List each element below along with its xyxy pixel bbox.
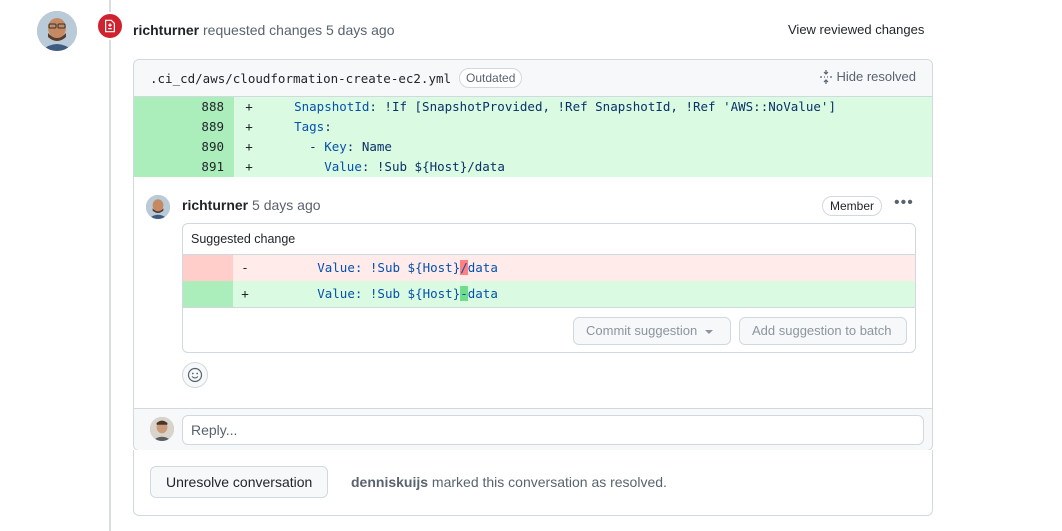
code-rest: : !If [SnapshotProvided, !Ref SnapshotId…: [369, 99, 836, 114]
comment-header: richturner 5 days ago: [182, 195, 321, 215]
code-key: Key: [324, 139, 347, 154]
avatar-image: [146, 195, 170, 219]
file-header: .ci_cd/aws/cloudformation-create-ec2.yml…: [134, 60, 932, 97]
diff-code: Tags:: [264, 117, 332, 137]
diff-code: Value: !Sub ${Host}/data: [257, 255, 498, 281]
review-author[interactable]: richturner: [133, 22, 199, 38]
kebab-menu-icon[interactable]: •••: [894, 194, 914, 212]
reviewer-avatar[interactable]: [37, 11, 77, 51]
view-reviewed-changes-link[interactable]: View reviewed changes: [788, 20, 924, 40]
resolved-message-text: marked this conversation as resolved.: [428, 474, 667, 490]
code-rest: : Name: [346, 139, 392, 154]
review-header: richturner requested changes 5 days ago: [133, 20, 395, 40]
resolver-name[interactable]: denniskuijs: [351, 474, 428, 490]
diff-line: 891 + Value: !Sub ${Host}/data: [134, 157, 932, 177]
diff-code: SnapshotId: !If [SnapshotProvided, !Ref …: [264, 97, 836, 117]
comment-time[interactable]: 5 days ago: [252, 197, 321, 213]
suggested-change: Suggested change - Value: !Sub ${Host}/d…: [182, 223, 916, 353]
diff-line: 888 + SnapshotId: !If [SnapshotProvided,…: [134, 97, 932, 117]
suggestion-actions: Commit suggestion Add suggestion to batc…: [183, 307, 915, 352]
removed-char: /: [460, 260, 468, 275]
avatar-image: [37, 11, 77, 51]
code-key: Value: [324, 159, 362, 174]
code-rest: :: [324, 119, 332, 134]
diff-sign: +: [245, 139, 253, 154]
diff-hunk: 888 + SnapshotId: !If [SnapshotProvided,…: [134, 97, 932, 177]
code-key: Value: [317, 260, 355, 275]
diff-sign: +: [241, 286, 249, 301]
review-time[interactable]: 5 days ago: [326, 22, 395, 38]
code-rest: : !Sub ${Host}/data: [361, 159, 505, 174]
diff-code: Value: !Sub ${Host}/data: [264, 157, 505, 177]
suggestion-added-line: + Value: !Sub ${Host}-data: [183, 281, 915, 307]
review-thread: .ci_cd/aws/cloudformation-create-ec2.yml…: [133, 59, 933, 451]
file-path[interactable]: .ci_cd/aws/cloudformation-create-ec2.yml: [150, 71, 451, 86]
code-indent: -: [264, 139, 325, 154]
code-after: data: [467, 286, 498, 301]
suggestion-deleted-line: - Value: !Sub ${Host}/data: [183, 255, 915, 281]
line-number[interactable]: 889: [134, 117, 234, 137]
line-number[interactable]: 891: [134, 157, 234, 177]
resolved-message: denniskuijs marked this conversation as …: [351, 472, 667, 492]
code-after: data: [467, 260, 498, 275]
review-action: requested changes: [203, 22, 323, 38]
diff-code: Value: !Sub ${Host}-data: [257, 281, 498, 307]
commit-suggestion-button[interactable]: Commit suggestion: [573, 317, 731, 345]
diff-line: 889 + Tags:: [134, 117, 932, 137]
code-before: : !Sub ${Host}: [354, 286, 461, 301]
unresolve-conversation-button[interactable]: Unresolve conversation: [150, 466, 329, 498]
comment-author[interactable]: richturner: [182, 197, 248, 213]
diff-code: - Key: Name: [264, 137, 392, 157]
line-number-blank: [183, 281, 233, 307]
add-reaction-button[interactable]: [182, 362, 208, 388]
code-key: Value: [317, 286, 355, 301]
code-key: SnapshotId: [294, 99, 370, 114]
file-diff-icon: [105, 19, 115, 33]
added-char: -: [460, 286, 468, 301]
line-number[interactable]: 888: [134, 97, 234, 117]
suggestion-title: Suggested change: [183, 224, 915, 255]
resolved-footer: Unresolve conversation denniskuijs marke…: [133, 450, 933, 516]
avatar-image: [150, 417, 174, 441]
line-number[interactable]: 890: [134, 137, 234, 157]
commenter-avatar[interactable]: [146, 195, 170, 219]
caret-down-icon: [705, 329, 714, 334]
line-number-blank: [183, 255, 233, 281]
diff-sign: +: [245, 99, 253, 114]
reply-bar: Reply...: [134, 408, 932, 450]
diff-sign: -: [241, 260, 249, 275]
code-before: : !Sub ${Host}: [354, 260, 461, 275]
hide-resolved-label: Hide resolved: [836, 69, 917, 84]
reply-input[interactable]: Reply...: [182, 415, 924, 445]
member-badge: Member: [822, 196, 883, 216]
timeline-line: [109, 0, 111, 531]
fold-icon: [819, 69, 832, 84]
current-user-avatar[interactable]: [150, 417, 174, 441]
changes-requested-badge: [96, 12, 124, 40]
outdated-badge: Outdated: [459, 68, 523, 88]
commit-suggestion-label: Commit suggestion: [586, 323, 698, 338]
code-key: Tags: [294, 119, 325, 134]
hide-resolved-button[interactable]: Hide resolved: [819, 69, 917, 84]
diff-sign: +: [245, 119, 253, 134]
diff-sign: +: [245, 159, 253, 174]
smiley-icon: [187, 367, 203, 383]
add-suggestion-to-batch-button[interactable]: Add suggestion to batch: [739, 317, 907, 345]
diff-line: 890 + - Key: Name: [134, 137, 932, 157]
